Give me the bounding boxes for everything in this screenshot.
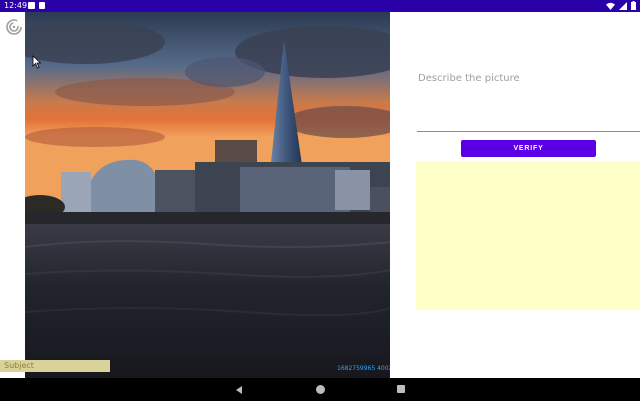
- home-icon[interactable]: [316, 385, 325, 394]
- input-underline: [417, 131, 640, 132]
- sd-card-icon: [39, 2, 45, 9]
- description-input[interactable]: Describe the picture: [418, 73, 520, 84]
- subject-photo[interactable]: [25, 12, 390, 378]
- cellular-icon: [619, 1, 627, 12]
- system-icons: [606, 1, 636, 12]
- recent-apps-icon[interactable]: [397, 385, 405, 393]
- back-icon[interactable]: [236, 386, 242, 394]
- app-logo-icon[interactable]: [6, 19, 22, 35]
- app-notification-icon: [28, 2, 35, 9]
- result-area: [416, 161, 640, 310]
- subject-label: Subject: [0, 360, 110, 372]
- left-margin: [0, 12, 25, 378]
- wifi-icon: [606, 2, 615, 12]
- status-bar: 12:49: [0, 0, 640, 12]
- status-time: 12:49: [4, 1, 28, 10]
- description-panel: Describe the picture VERIFY: [390, 12, 640, 378]
- mouse-cursor-icon: [32, 54, 42, 69]
- navigation-bar: [0, 378, 640, 401]
- verify-button[interactable]: VERIFY: [461, 140, 596, 157]
- battery-icon: [631, 1, 636, 12]
